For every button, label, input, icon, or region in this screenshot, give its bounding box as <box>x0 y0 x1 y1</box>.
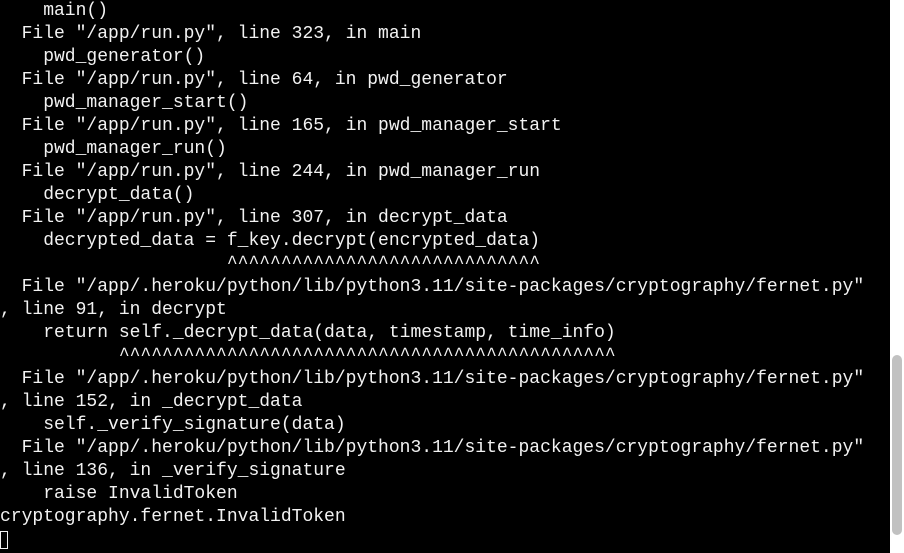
terminal-line: File "/app/run.py", line 323, in main <box>0 24 422 44</box>
terminal-output: main() File "/app/run.py", line 323, in … <box>0 0 890 529</box>
terminal-line: File "/app/run.py", line 165, in pwd_man… <box>0 116 562 136</box>
terminal-line: File "/app/run.py", line 244, in pwd_man… <box>0 162 541 182</box>
terminal-line: return self._decrypt_data(data, timestam… <box>0 323 616 343</box>
scrollbar-thumb[interactable] <box>892 355 902 535</box>
terminal-line: main() <box>0 1 109 21</box>
terminal-window[interactable]: main() File "/app/run.py", line 323, in … <box>0 0 904 553</box>
terminal-line: File "/app/.heroku/python/lib/python3.11… <box>0 369 865 389</box>
terminal-line: self._verify_signature(data) <box>0 415 346 435</box>
terminal-line: ^^^^^^^^^^^^^^^^^^^^^^^^^^^^^^^^^^^^^^^^… <box>0 346 616 366</box>
terminal-line: , line 91, in decrypt <box>0 300 227 320</box>
terminal-line: raise InvalidToken <box>0 484 238 504</box>
terminal-line: pwd_generator() <box>0 47 206 67</box>
terminal-line: ^^^^^^^^^^^^^^^^^^^^^^^^^^^^^ <box>0 254 541 274</box>
terminal-line: cryptography.fernet.InvalidToken <box>0 507 346 527</box>
terminal-line: File "/app/run.py", line 64, in pwd_gene… <box>0 70 508 90</box>
vertical-scrollbar[interactable] <box>890 0 904 553</box>
terminal-line: File "/app/.heroku/python/lib/python3.11… <box>0 277 865 297</box>
terminal-line: File "/app/run.py", line 307, in decrypt… <box>0 208 508 228</box>
terminal-line: , line 136, in _verify_signature <box>0 461 346 481</box>
terminal-line: File "/app/.heroku/python/lib/python3.11… <box>0 438 865 458</box>
terminal-line: decrypted_data = f_key.decrypt(encrypted… <box>0 231 541 251</box>
terminal-line: , line 152, in _decrypt_data <box>0 392 303 412</box>
terminal-line: decrypt_data() <box>0 185 195 205</box>
terminal-line: pwd_manager_start() <box>0 93 249 113</box>
terminal-cursor <box>0 531 8 549</box>
terminal-line: pwd_manager_run() <box>0 139 227 159</box>
